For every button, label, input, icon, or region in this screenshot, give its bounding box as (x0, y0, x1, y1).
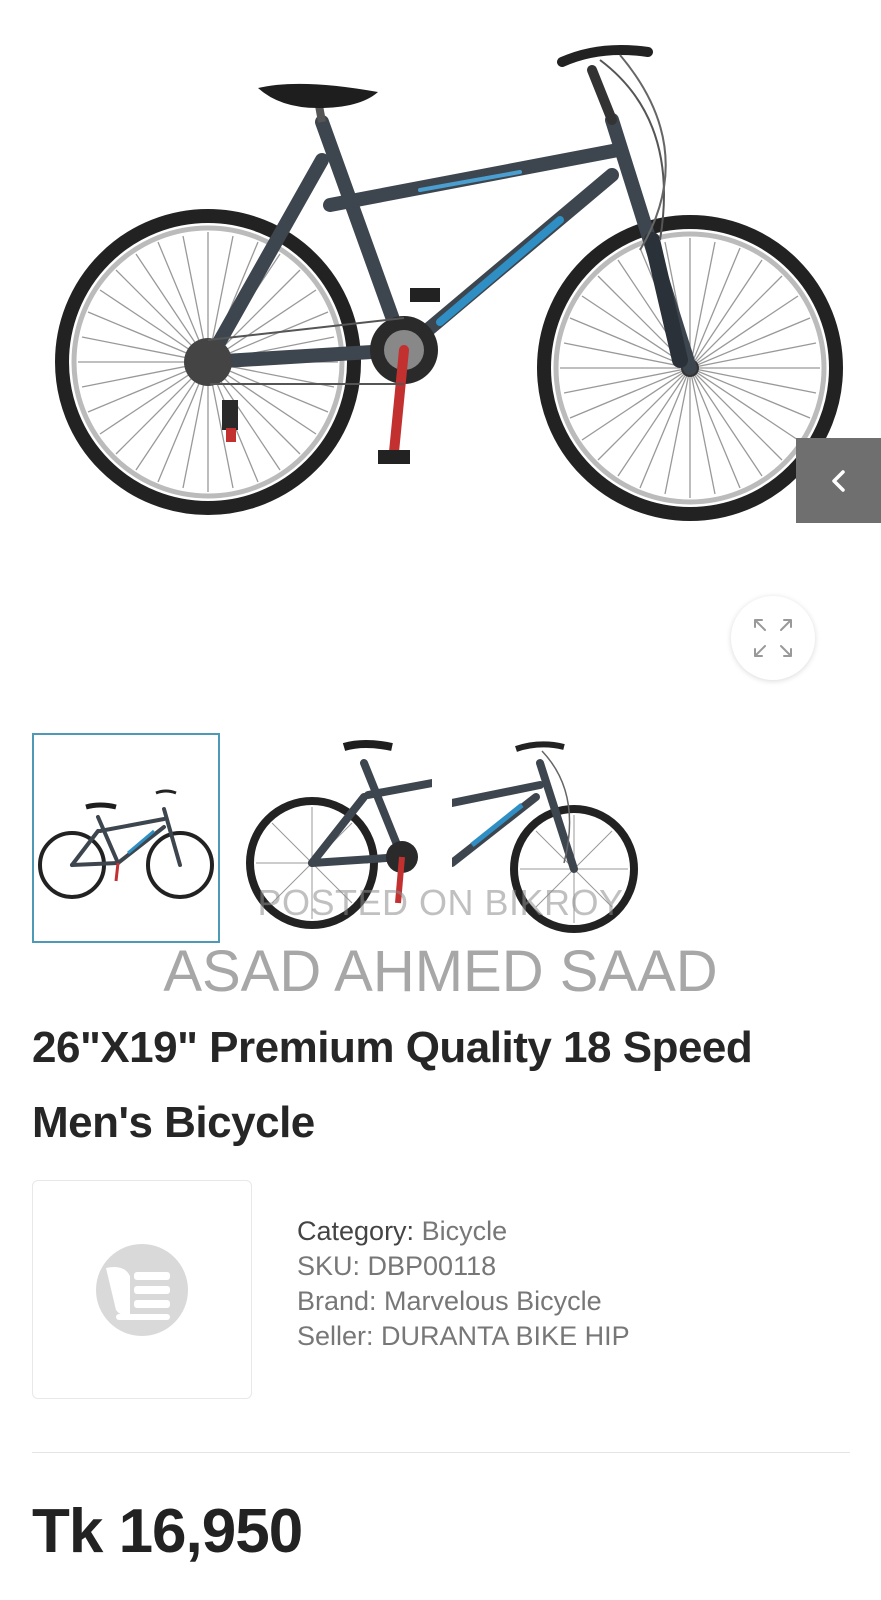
category-link[interactable]: Bicycle (422, 1216, 508, 1246)
fullscreen-button[interactable] (731, 596, 815, 680)
divider (32, 1452, 850, 1453)
shop-cart-icon (96, 1243, 188, 1336)
expand-icon (754, 619, 792, 657)
brand-text: Brand: Marvelous Bicycle (297, 1286, 602, 1316)
chevron-left-icon (831, 469, 845, 492)
product-title: 26"X19" Premium Quality 18 Speed Men's B… (32, 1023, 753, 1147)
category-row: Category: Bicycle (297, 1214, 630, 1249)
sku-text: SKU: DBP00118 (297, 1251, 497, 1281)
previous-image-button[interactable] (796, 438, 881, 523)
brand-logo-box[interactable] (32, 1180, 252, 1399)
main-product-image[interactable] (0, 0, 881, 560)
seller-text: Seller: DURANTA BIKE HIP (297, 1321, 630, 1351)
product-meta: Category: Bicycle SKU: DBP00118 Brand: M… (297, 1214, 630, 1354)
watermark-owner-name: ASAD AHMED SAAD (163, 939, 718, 1004)
watermark-posted-on: POSTED ON BIKROY (257, 882, 624, 923)
product-price: Tk 16,950 (32, 1497, 303, 1566)
category-label: Category: (297, 1216, 415, 1246)
